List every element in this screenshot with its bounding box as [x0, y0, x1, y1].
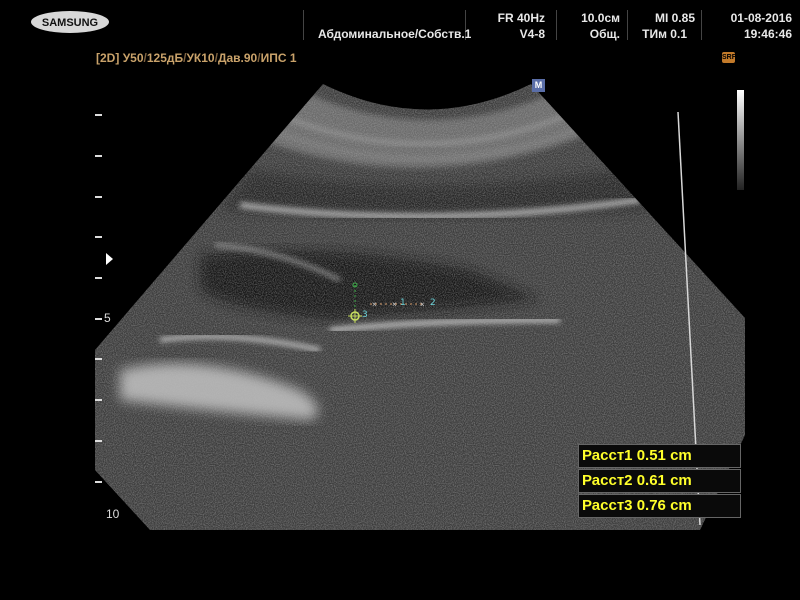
depth-tick — [95, 481, 102, 483]
depth-tick — [95, 440, 102, 442]
measurement-results: Расст1 0.51 cm Расст2 0.61 cm Расст3 0.7… — [578, 444, 741, 519]
depth-tick — [95, 277, 102, 279]
svg-text:×: × — [392, 300, 397, 309]
caliper-1-label: 1 — [400, 298, 406, 308]
measurement-label: Расст3 — [582, 497, 633, 514]
depth-tick — [95, 114, 102, 116]
depth-tick — [95, 196, 102, 198]
measurement-row: Расст2 0.61 cm — [578, 469, 741, 493]
depth-tick — [95, 318, 102, 320]
measurement-label: Расст2 — [582, 472, 633, 489]
depth-tick — [95, 358, 102, 360]
svg-text:×: × — [420, 300, 425, 309]
measurement-value: 0.76 cm — [636, 497, 692, 514]
depth-tick — [95, 236, 102, 238]
depth-tick — [95, 399, 102, 401]
depth-label-5: 5 — [104, 311, 111, 325]
measurement-row: Расст1 0.51 cm — [578, 444, 741, 468]
measurement-value: 0.61 cm — [636, 472, 692, 489]
measurement-label: Расст1 — [582, 447, 633, 464]
caliper-3-label: 3 — [362, 310, 368, 320]
grayscale-bar — [737, 90, 744, 190]
measurement-value: 0.51 cm — [636, 447, 692, 464]
caliper-2-label: 2 — [430, 298, 436, 308]
orientation-marker: M — [532, 79, 545, 92]
measurement-row: Расст3 0.76 cm — [578, 494, 741, 518]
depth-label-10: 10 — [106, 507, 120, 521]
svg-text:×: × — [372, 300, 377, 309]
focus-marker-icon[interactable] — [106, 253, 113, 265]
depth-tick — [95, 155, 102, 157]
